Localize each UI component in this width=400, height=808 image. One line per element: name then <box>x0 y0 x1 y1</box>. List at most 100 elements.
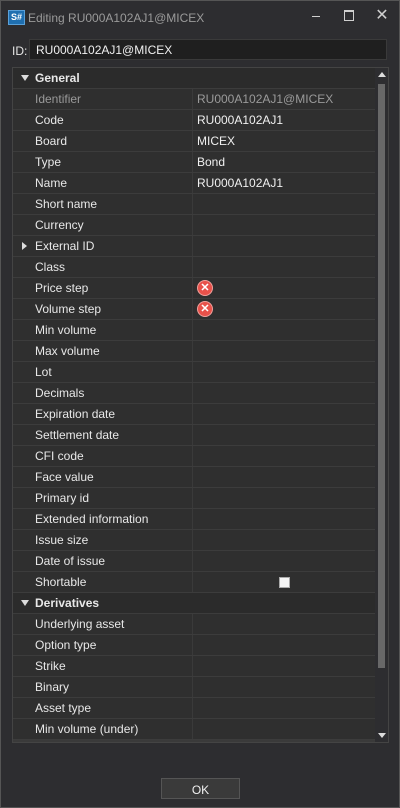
property-name: External ID <box>35 236 192 256</box>
property-value[interactable] <box>193 614 375 634</box>
property-row-currency[interactable]: Currency <box>13 215 375 236</box>
property-value[interactable] <box>193 383 375 403</box>
vertical-scrollbar[interactable] <box>375 68 388 742</box>
property-row-board[interactable]: Board MICEX <box>13 131 375 152</box>
property-row-issue-size[interactable]: Issue size <box>13 530 375 551</box>
property-row-strike[interactable]: Strike <box>13 656 375 677</box>
property-row-short-name[interactable]: Short name <box>13 194 375 215</box>
property-value[interactable] <box>193 236 375 256</box>
property-row-settlement-date[interactable]: Settlement date <box>13 425 375 446</box>
property-row-volume-step[interactable]: Volume step ✕ <box>13 299 375 320</box>
property-row-cfi-code[interactable]: CFI code <box>13 446 375 467</box>
property-value[interactable] <box>193 362 375 382</box>
property-value[interactable] <box>193 635 375 655</box>
property-name: Short name <box>35 194 192 214</box>
property-value[interactable] <box>193 194 375 214</box>
close-icon[interactable]: ✕ <box>367 5 397 27</box>
property-value[interactable] <box>193 488 375 508</box>
property-row-asset-type[interactable]: Asset type <box>13 698 375 719</box>
property-row-identifier[interactable]: Identifier RU000A102AJ1@MICEX <box>13 89 375 110</box>
scroll-down-arrow-icon[interactable] <box>378 733 386 738</box>
app-logo-icon: S# <box>8 10 25 25</box>
property-value[interactable] <box>193 677 375 697</box>
property-name: Board <box>35 131 192 151</box>
property-value[interactable]: RU000A102AJ1 <box>193 173 375 193</box>
property-value[interactable]: RU000A102AJ1 <box>193 110 375 130</box>
property-value[interactable] <box>193 320 375 340</box>
property-name: Max volume <box>35 341 192 361</box>
property-name: Volume step <box>35 299 192 319</box>
property-value[interactable] <box>193 656 375 676</box>
property-row-face-value[interactable]: Face value <box>13 467 375 488</box>
property-value[interactable] <box>193 215 375 235</box>
property-row-min-volume[interactable]: Min volume <box>13 320 375 341</box>
property-value[interactable] <box>193 404 375 424</box>
property-name: Price step <box>35 278 192 298</box>
row-gutter <box>13 425 35 445</box>
collapse-arrow-icon[interactable] <box>21 600 29 606</box>
property-row-price-step[interactable]: Price step ✕ <box>13 278 375 299</box>
property-row-lot[interactable]: Lot <box>13 362 375 383</box>
property-row-decimals[interactable]: Decimals <box>13 383 375 404</box>
property-value[interactable] <box>193 446 375 466</box>
property-value[interactable] <box>193 509 375 529</box>
property-row-binary[interactable]: Binary <box>13 677 375 698</box>
property-value[interactable] <box>193 425 375 445</box>
row-gutter <box>13 635 35 655</box>
property-name: Extended information <box>35 509 192 529</box>
property-name: Option type <box>35 635 192 655</box>
property-value[interactable]: MICEX <box>193 131 375 151</box>
row-gutter <box>13 320 35 340</box>
expand-arrow-icon[interactable] <box>22 242 27 250</box>
property-name: CFI code <box>35 446 192 466</box>
collapse-arrow-icon[interactable] <box>21 75 29 81</box>
property-row-extended-information[interactable]: Extended information <box>13 509 375 530</box>
property-row-shortable[interactable]: Shortable <box>13 572 375 593</box>
maximize-icon[interactable] <box>334 5 364 27</box>
id-field[interactable]: RU000A102AJ1@MICEX <box>29 39 387 60</box>
error-icon: ✕ <box>197 301 213 317</box>
property-value[interactable]: Bond <box>193 152 375 172</box>
property-row-date-of-issue[interactable]: Date of issue <box>13 551 375 572</box>
property-value[interactable] <box>193 530 375 550</box>
property-value[interactable]: RU000A102AJ1@MICEX <box>193 89 375 109</box>
ok-button[interactable]: OK <box>161 778 240 799</box>
id-label: ID: <box>12 44 28 58</box>
property-row-min-volume-under[interactable]: Min volume (under) <box>13 719 375 740</box>
property-grid: General Identifier RU000A102AJ1@MICEX Co… <box>12 67 389 743</box>
property-value[interactable] <box>193 467 375 487</box>
property-row-expiration-date[interactable]: Expiration date <box>13 404 375 425</box>
property-row-max-volume[interactable]: Max volume <box>13 341 375 362</box>
property-value[interactable]: ✕ <box>193 299 375 319</box>
property-value[interactable] <box>193 551 375 571</box>
property-row-primary-id[interactable]: Primary id <box>13 488 375 509</box>
property-row-external-id[interactable]: External ID <box>13 236 375 257</box>
row-gutter <box>13 698 35 718</box>
property-row-name[interactable]: Name RU000A102AJ1 <box>13 173 375 194</box>
row-gutter <box>13 593 35 613</box>
property-row-class[interactable]: Class <box>13 257 375 278</box>
property-value[interactable] <box>193 257 375 277</box>
property-value[interactable] <box>193 698 375 718</box>
property-row-underlying-asset[interactable]: Underlying asset <box>13 614 375 635</box>
row-gutter <box>13 446 35 466</box>
property-name: Code <box>35 110 192 130</box>
row-gutter <box>13 341 35 361</box>
property-name: Face value <box>35 467 192 487</box>
property-value[interactable] <box>193 341 375 361</box>
scroll-thumb[interactable] <box>378 84 385 668</box>
property-value[interactable] <box>193 719 375 739</box>
property-row-option-type[interactable]: Option type <box>13 635 375 656</box>
shortable-checkbox[interactable] <box>279 577 290 588</box>
category-derivatives[interactable]: Derivatives <box>13 593 375 614</box>
category-label: Derivatives <box>35 593 375 613</box>
category-general[interactable]: General <box>13 68 375 89</box>
property-name: Issue size <box>35 530 192 550</box>
minimize-icon[interactable] <box>301 5 331 27</box>
row-gutter <box>13 614 35 634</box>
scroll-up-arrow-icon[interactable] <box>378 72 386 77</box>
title-bar[interactable]: S# Editing RU000A102AJ1@MICEX ✕ <box>1 1 399 33</box>
property-row-type[interactable]: Type Bond <box>13 152 375 173</box>
property-row-code[interactable]: Code RU000A102AJ1 <box>13 110 375 131</box>
property-value[interactable]: ✕ <box>193 278 375 298</box>
